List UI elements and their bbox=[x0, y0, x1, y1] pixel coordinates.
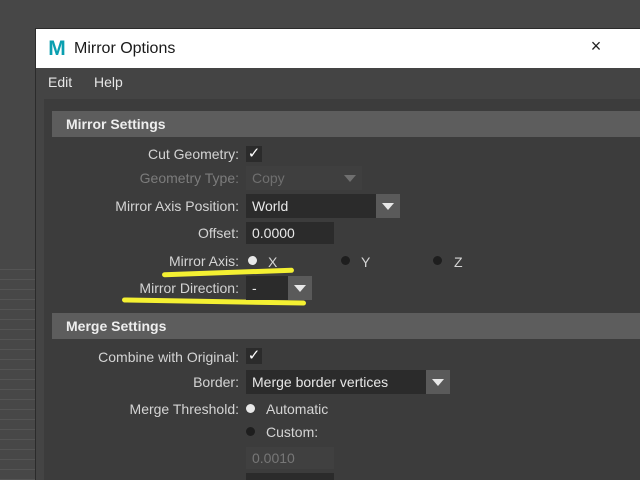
chevron-down-icon bbox=[432, 379, 444, 386]
mirror-axis-position-label: Mirror Axis Position: bbox=[115, 198, 239, 214]
custom-threshold-field[interactable]: 0.0010 bbox=[246, 447, 334, 469]
combine-with-original-checkbox[interactable]: ✓ bbox=[246, 348, 262, 364]
mirror-axis-position-dropdown[interactable]: World bbox=[246, 194, 400, 218]
mirror-direction-dropdown[interactable]: - bbox=[246, 276, 312, 300]
geometry-type-dropdown[interactable]: Copy bbox=[246, 166, 362, 190]
section-title: Merge Settings bbox=[66, 318, 167, 334]
chevron-down-icon bbox=[382, 203, 394, 210]
dropdown-button bbox=[338, 166, 362, 190]
border-label: Border: bbox=[193, 374, 239, 390]
geometry-type-label: Geometry Type: bbox=[139, 170, 239, 186]
cut-geometry-checkbox[interactable]: ✓ bbox=[246, 146, 262, 162]
merge-threshold-custom-radio[interactable] bbox=[246, 427, 255, 436]
mirror-direction-label: Mirror Direction: bbox=[139, 280, 239, 296]
merge-threshold-automatic-radio[interactable] bbox=[246, 404, 255, 413]
offset-label: Offset: bbox=[198, 225, 239, 241]
check-icon: ✓ bbox=[247, 145, 261, 162]
mirror-axis-y-radio[interactable] bbox=[341, 256, 350, 265]
mirror-axis-position-value: World bbox=[252, 198, 289, 214]
cut-geometry-label: Cut Geometry: bbox=[147, 146, 239, 162]
border-value: Merge border vertices bbox=[252, 374, 389, 390]
viewport-background bbox=[0, 260, 36, 480]
section-header-merge-settings[interactable]: Merge Settings bbox=[52, 313, 640, 339]
border-dropdown[interactable]: Merge border vertices bbox=[246, 370, 450, 394]
menu-help[interactable]: Help bbox=[94, 74, 123, 90]
check-icon: ✓ bbox=[247, 347, 261, 364]
merge-threshold-automatic-label[interactable]: Automatic bbox=[266, 401, 328, 417]
dropdown-button bbox=[376, 194, 400, 218]
window-title: Mirror Options bbox=[74, 40, 176, 57]
offset-field[interactable]: 0.0000 bbox=[246, 222, 334, 244]
mirror-axis-label: Mirror Axis: bbox=[169, 253, 239, 269]
mirror-axis-z-radio[interactable] bbox=[433, 256, 442, 265]
title-bar[interactable]: M Mirror Options × bbox=[36, 29, 640, 68]
menu-edit[interactable]: Edit bbox=[48, 74, 72, 90]
options-panel: Mirror Settings Cut Geometry: ✓ Geometry… bbox=[44, 99, 640, 480]
merge-threshold-custom-label[interactable]: Custom: bbox=[266, 424, 318, 440]
close-icon[interactable]: × bbox=[588, 37, 604, 55]
section-header-mirror-settings[interactable]: Mirror Settings bbox=[52, 111, 640, 137]
merge-threshold-label: Merge Threshold: bbox=[129, 401, 239, 417]
mirror-direction-value: - bbox=[252, 280, 257, 296]
maya-app-icon: M bbox=[46, 38, 68, 60]
mirror-axis-x-radio[interactable] bbox=[248, 256, 257, 265]
mirror-options-window: M Mirror Options × Edit Help Mirror Sett… bbox=[36, 29, 640, 480]
menu-bar: Edit Help bbox=[36, 68, 640, 95]
mirror-axis-y-label[interactable]: Y bbox=[361, 254, 370, 270]
chevron-down-icon bbox=[344, 175, 356, 182]
custom-threshold-value: 0.0010 bbox=[252, 450, 295, 466]
offset-value: 0.0000 bbox=[252, 225, 295, 241]
section-title: Mirror Settings bbox=[66, 116, 166, 132]
dropdown-button bbox=[288, 276, 312, 300]
mirror-axis-z-label[interactable]: Z bbox=[454, 254, 463, 270]
mirror-axis-x-label[interactable]: X bbox=[268, 254, 277, 270]
chevron-down-icon bbox=[294, 285, 306, 292]
combine-with-original-label: Combine with Original: bbox=[98, 349, 239, 365]
next-field-partial[interactable] bbox=[246, 473, 334, 480]
dropdown-button bbox=[426, 370, 450, 394]
geometry-type-value: Copy bbox=[252, 170, 285, 186]
